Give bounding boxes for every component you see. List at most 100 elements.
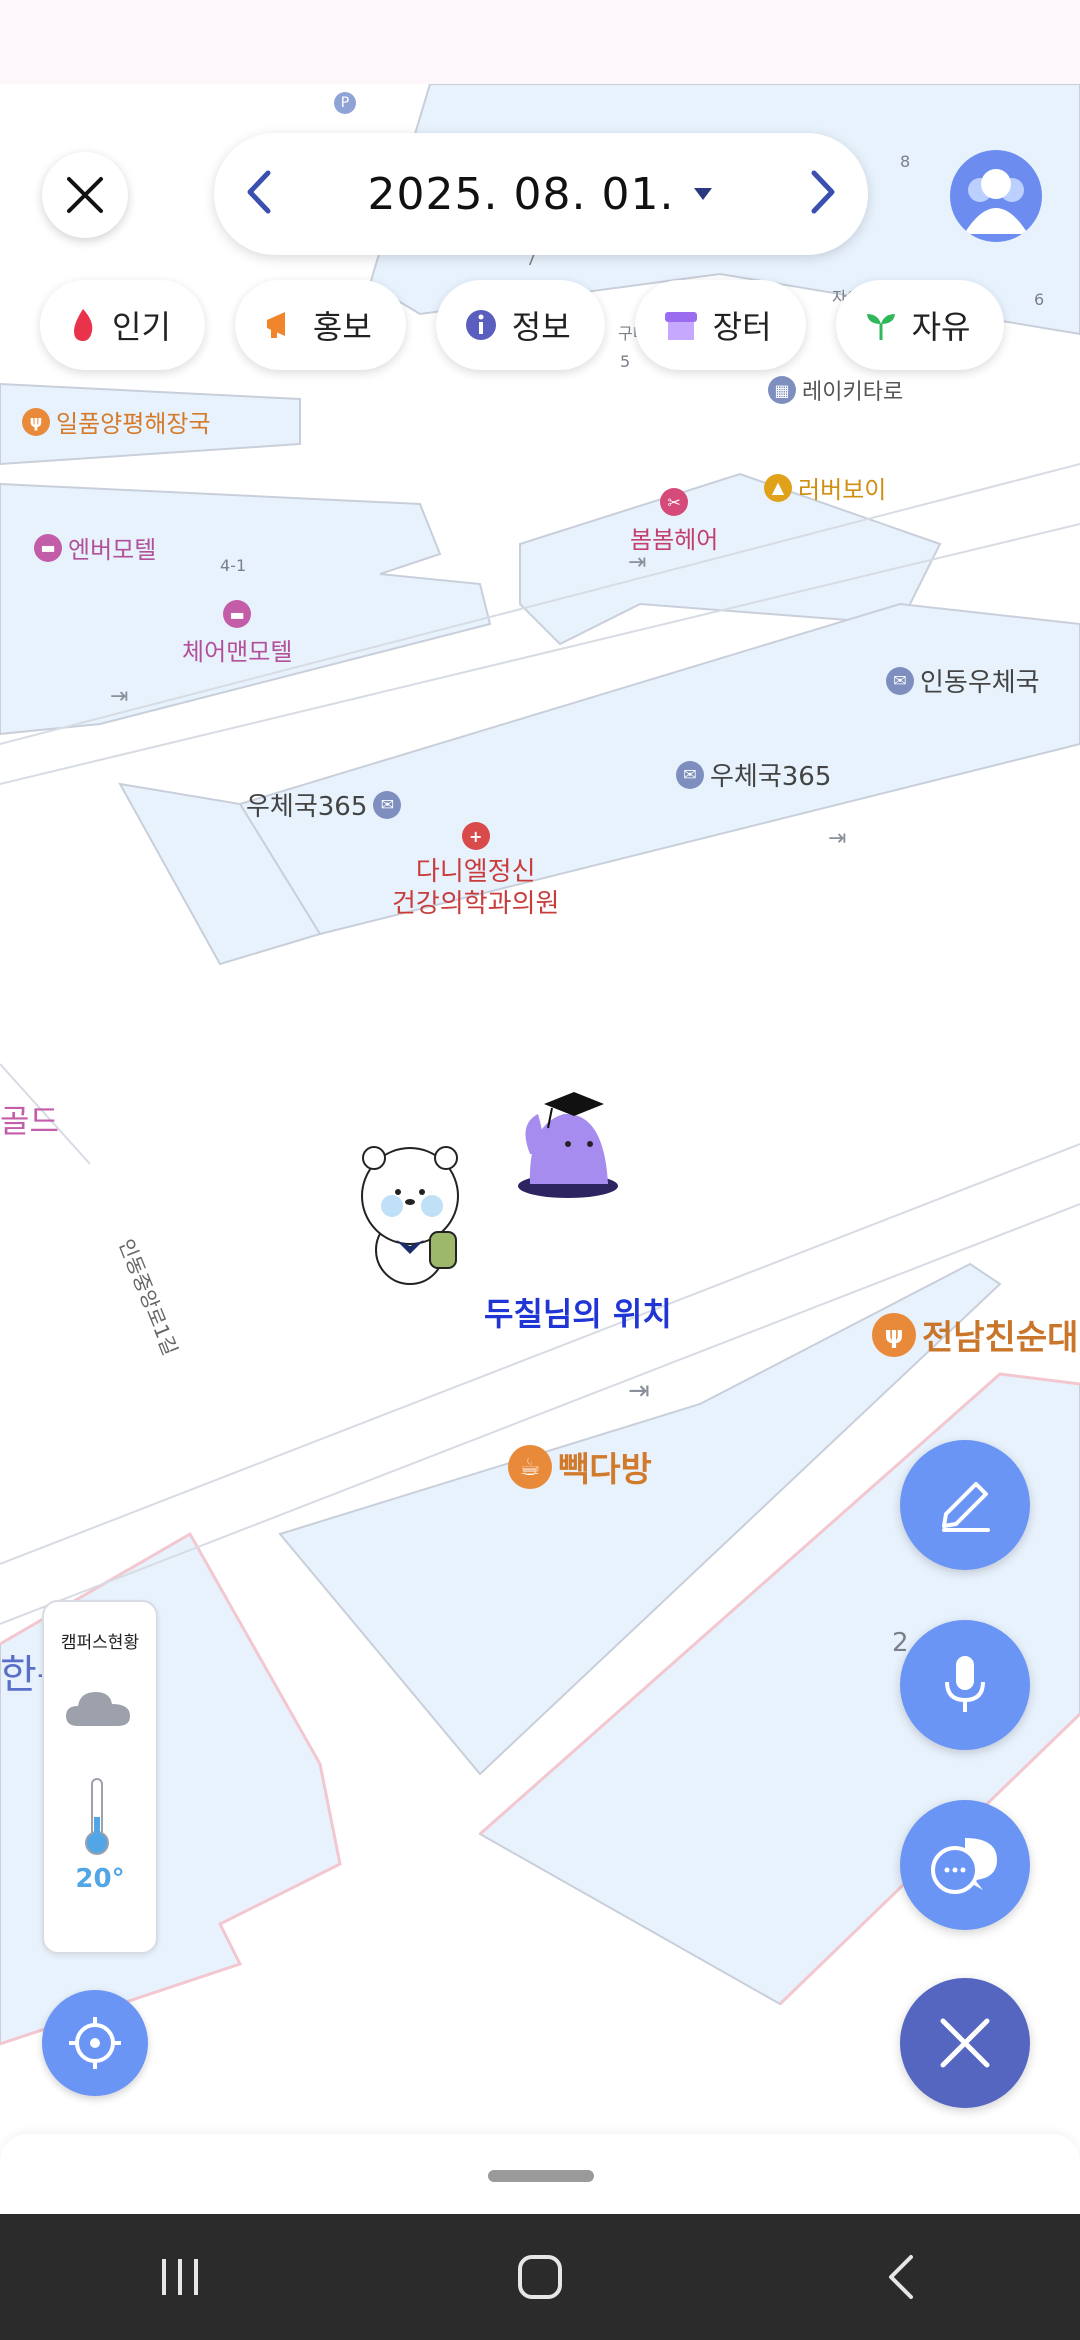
- chevron-left-icon[interactable]: [244, 169, 274, 219]
- temperature-value: 20°: [75, 1864, 125, 1894]
- post-icon: ✉: [676, 760, 704, 789]
- map-small-label: 2: [892, 1628, 909, 1658]
- parking-icon: P: [334, 92, 356, 114]
- poi-label: 우체국365: [246, 792, 368, 822]
- write-button[interactable]: [900, 1440, 1030, 1570]
- bag-icon: ▲: [764, 473, 792, 502]
- back-button[interactable]: [820, 2227, 980, 2327]
- my-location-label: 두칠님의 위치: [484, 1295, 672, 1333]
- poi-label: 체어맨모텔: [182, 638, 293, 666]
- close-icon: [67, 177, 103, 213]
- status-bar: [0, 0, 1080, 84]
- bed-icon: ▬: [34, 533, 62, 562]
- entrance-icon: ⇥: [628, 1376, 650, 1406]
- crosshair-icon: [69, 2017, 121, 2069]
- close-icon: [940, 2018, 990, 2068]
- map-small-label: 8: [900, 152, 911, 171]
- entrance-icon: ⇥: [628, 550, 647, 575]
- thermometer-icon: [85, 1778, 109, 1855]
- chip-label: 정보: [511, 308, 571, 346]
- home-button[interactable]: [460, 2227, 620, 2327]
- info-icon: [465, 310, 496, 340]
- poi-building[interactable]: ▦ 레이키타로: [768, 374, 903, 406]
- chip-free[interactable]: 자유: [835, 280, 1005, 370]
- map-small-label: 6: [1034, 290, 1045, 309]
- poi-motel[interactable]: ▬ 엔버모텔: [34, 530, 156, 565]
- sprout-icon: [866, 314, 895, 340]
- poi-label: 러버보이: [798, 476, 887, 504]
- bed-icon: ▬: [223, 600, 252, 628]
- date-label: 2025. 08. 01.: [367, 168, 675, 220]
- poi-post-atm[interactable]: ✉ 우체국365: [676, 756, 831, 793]
- poi-cafe[interactable]: ☕ 빽다방: [508, 1442, 652, 1491]
- poi-label: 우체국365: [710, 762, 832, 792]
- poi-label: 레이키타로: [802, 380, 904, 405]
- poi-label: 전남친순대: [922, 1318, 1079, 1358]
- poi-partial[interactable]: 골드: [0, 1096, 59, 1142]
- recent-apps-button[interactable]: [100, 2227, 260, 2327]
- bottom-sheet[interactable]: [0, 2134, 1080, 2216]
- sheet-handle[interactable]: [488, 2170, 594, 2182]
- home-icon: [518, 2255, 562, 2299]
- scissors-icon: ✂: [660, 488, 689, 516]
- date-dropdown[interactable]: 2025. 08. 01.: [368, 169, 715, 220]
- hospital-icon: +: [461, 822, 490, 850]
- poi-clinic[interactable]: + 다니엘정신 건강의학과의원: [392, 822, 559, 920]
- back-icon: [889, 2255, 913, 2299]
- post-icon: ✉: [886, 666, 914, 695]
- restaurant-icon: ψ: [872, 1312, 916, 1357]
- cloud-icon: [66, 1692, 130, 1726]
- chip-label: 장터: [712, 308, 772, 346]
- chat-button[interactable]: [900, 1800, 1030, 1930]
- poi-label: 엔버모텔: [68, 536, 157, 564]
- chip-label: 인기: [112, 308, 171, 346]
- poi-restaurant[interactable]: ψ 전남친순대: [872, 1310, 1078, 1359]
- poi-label: 일품양평해장국: [56, 410, 211, 438]
- poi-shop[interactable]: ▲ 러버보이: [764, 470, 886, 505]
- user-group-icon: [964, 169, 1028, 234]
- poi-post-atm[interactable]: ✉ 우체국365: [246, 786, 402, 823]
- post-icon: ✉: [373, 790, 402, 819]
- entrance-icon: ⇥: [828, 826, 847, 851]
- entrance-icon: ⇥: [110, 684, 129, 709]
- bear-character[interactable]: [356, 1140, 468, 1290]
- building-icon: ▦: [768, 376, 796, 404]
- poi-label: 다니엘정신 건강의학과의원: [392, 857, 560, 919]
- recent-apps-icon: [162, 2259, 198, 2295]
- chip-promotion[interactable]: 홍보: [234, 280, 406, 370]
- campus-title: 캠퍼스현황: [60, 1633, 140, 1653]
- poi-hair[interactable]: ✂ 봄봄헤어: [630, 488, 718, 555]
- chip-label: 홍보: [312, 308, 372, 346]
- chip-info[interactable]: 정보: [435, 280, 605, 370]
- microphone-icon: [945, 1656, 985, 1712]
- poi-post-office[interactable]: ✉ 인동우체국: [886, 662, 1040, 699]
- category-chips: 인기 홍보 정보 장터 자유: [40, 280, 1005, 370]
- close-menu-button[interactable]: [900, 1978, 1030, 2108]
- date-selector[interactable]: 2025. 08. 01.: [214, 133, 868, 255]
- chip-popular[interactable]: 인기: [40, 280, 205, 370]
- system-navigation-bar: [0, 2214, 1080, 2340]
- flame-icon: [74, 309, 93, 341]
- chip-market[interactable]: 장터: [634, 280, 806, 370]
- profile-avatar[interactable]: [950, 150, 1042, 242]
- poi-restaurant[interactable]: ψ 일품양평해장국: [22, 404, 211, 439]
- megaphone-icon: [266, 312, 285, 338]
- voice-button[interactable]: [900, 1620, 1030, 1750]
- campus-status-panel[interactable]: 캠퍼스현황 20°: [42, 1600, 158, 1954]
- my-location-button[interactable]: [42, 1990, 148, 2096]
- chip-label: 자유: [911, 308, 971, 346]
- chat-bubbles-icon: [931, 1838, 997, 1894]
- store-icon: [664, 312, 697, 340]
- poi-label: 골드: [0, 1102, 59, 1140]
- close-button[interactable]: [42, 152, 128, 238]
- restaurant-icon: ψ: [22, 407, 50, 436]
- my-location-marker[interactable]: [508, 1084, 630, 1200]
- caret-down-icon: [694, 188, 713, 200]
- map-small-label: 4-1: [220, 556, 247, 575]
- poi-label: 인동우체국: [920, 668, 1040, 698]
- poi-motel[interactable]: ▬ 체어맨모텔: [182, 600, 292, 667]
- cafe-icon: ☕: [508, 1444, 552, 1489]
- chevron-right-icon[interactable]: [808, 169, 838, 219]
- pencil-icon: [942, 1482, 990, 1532]
- poi-label: 빽다방: [558, 1450, 652, 1490]
